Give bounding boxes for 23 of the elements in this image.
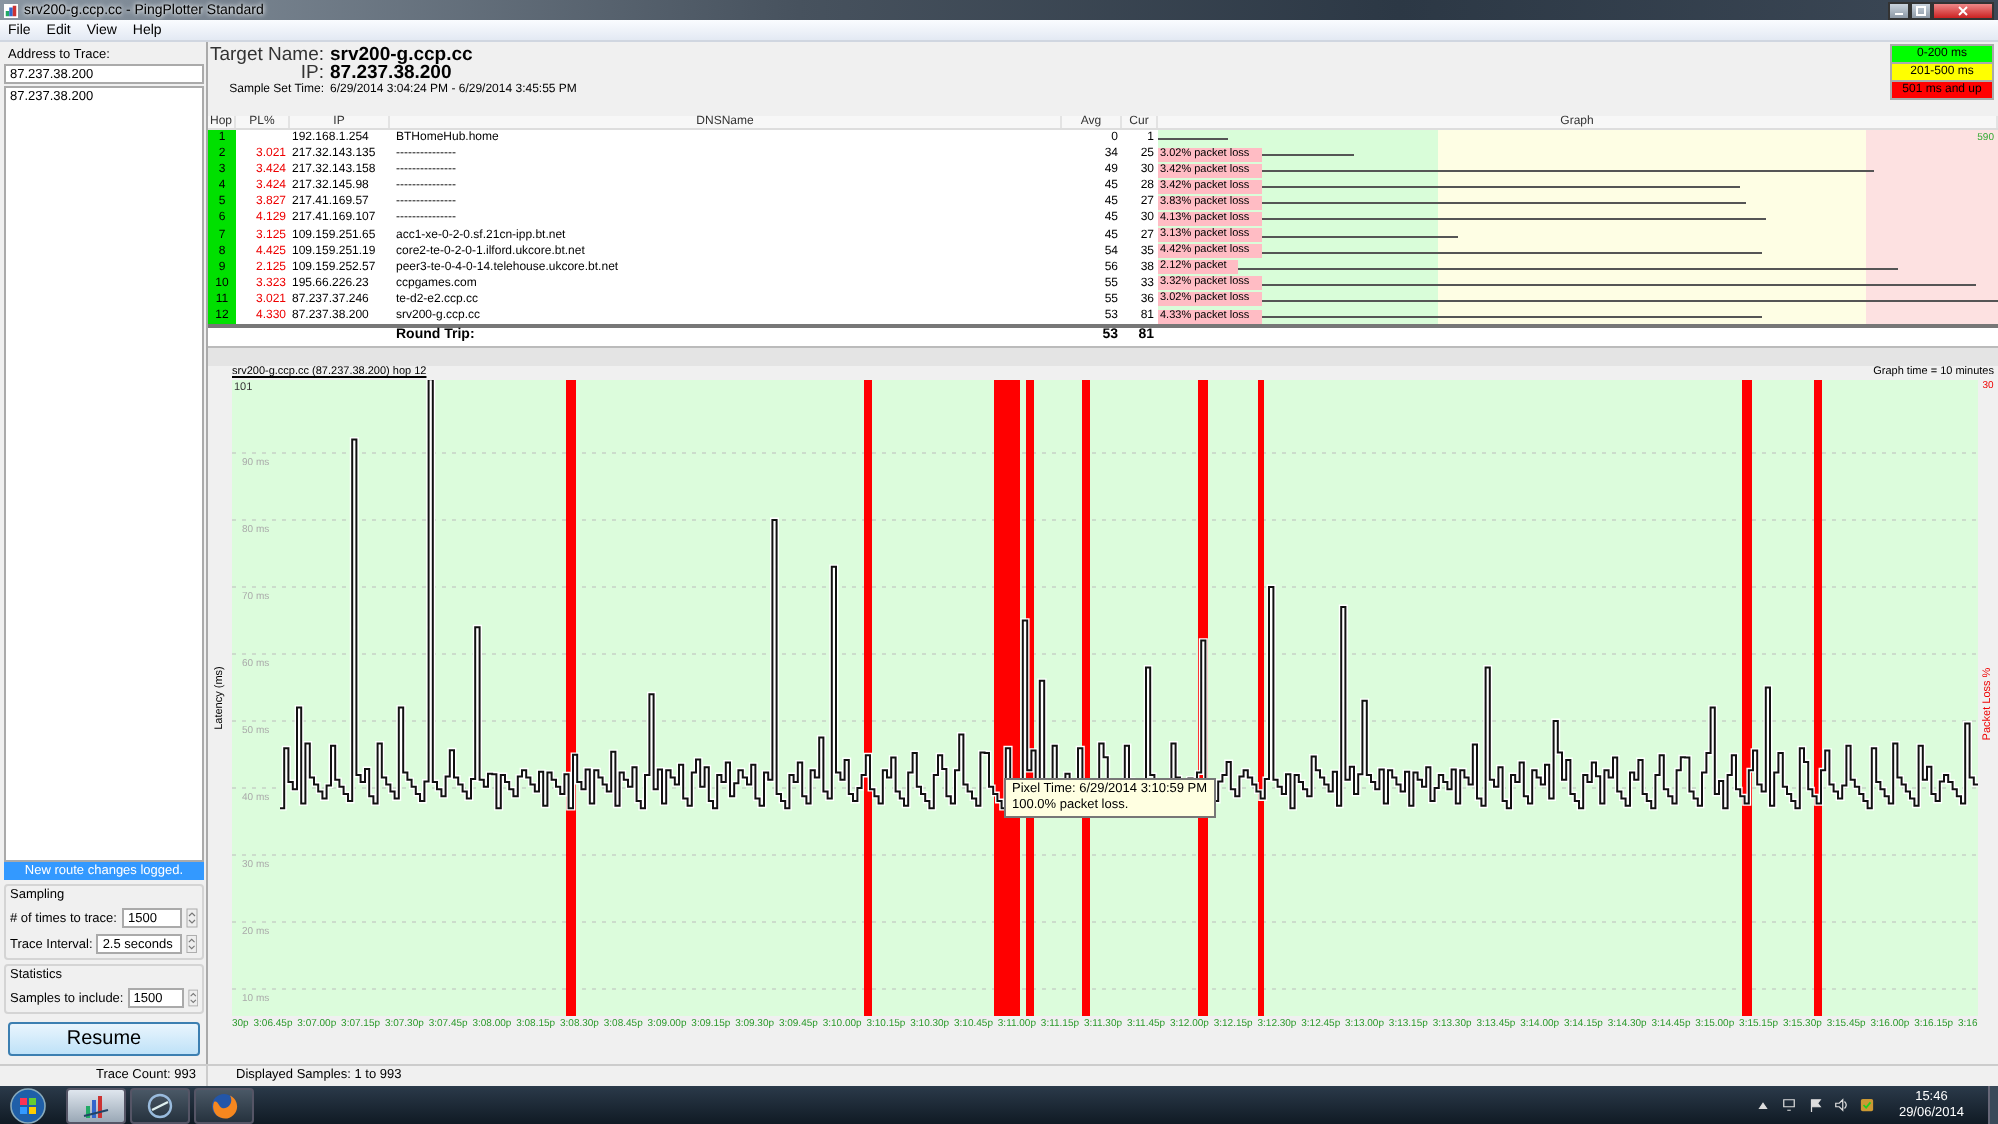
flag-icon [1808,1098,1823,1112]
maximize-button[interactable] [1910,1,1932,19]
browser-app-icon[interactable] [194,1087,254,1123]
close-button[interactable] [1932,1,1994,19]
maximize-icon [1916,5,1926,15]
start-button[interactable] [6,1087,50,1123]
resume-button[interactable]: Resume [8,1022,200,1056]
target-ip: 87.237.38.200 [330,64,452,82]
chart-app-icon[interactable] [66,1087,126,1123]
close-icon [1958,5,1968,15]
app-icon [4,3,18,17]
shield-icon [1860,1098,1875,1112]
spin-buttons-icon [186,908,198,928]
spin-buttons-icon [187,988,198,1008]
ip-label: IP: [300,64,324,82]
target-name: srv200-g.ccp.cc [330,46,475,64]
caret-icon [1756,1098,1771,1112]
latency-range-line [1158,138,1228,140]
spin-buttons-icon [186,934,198,954]
monitor-icon [1782,1098,1797,1112]
minimize-button[interactable] [1888,1,1910,19]
target-name-label: Target Name: [208,46,324,64]
speaker-icon [1834,1098,1849,1112]
